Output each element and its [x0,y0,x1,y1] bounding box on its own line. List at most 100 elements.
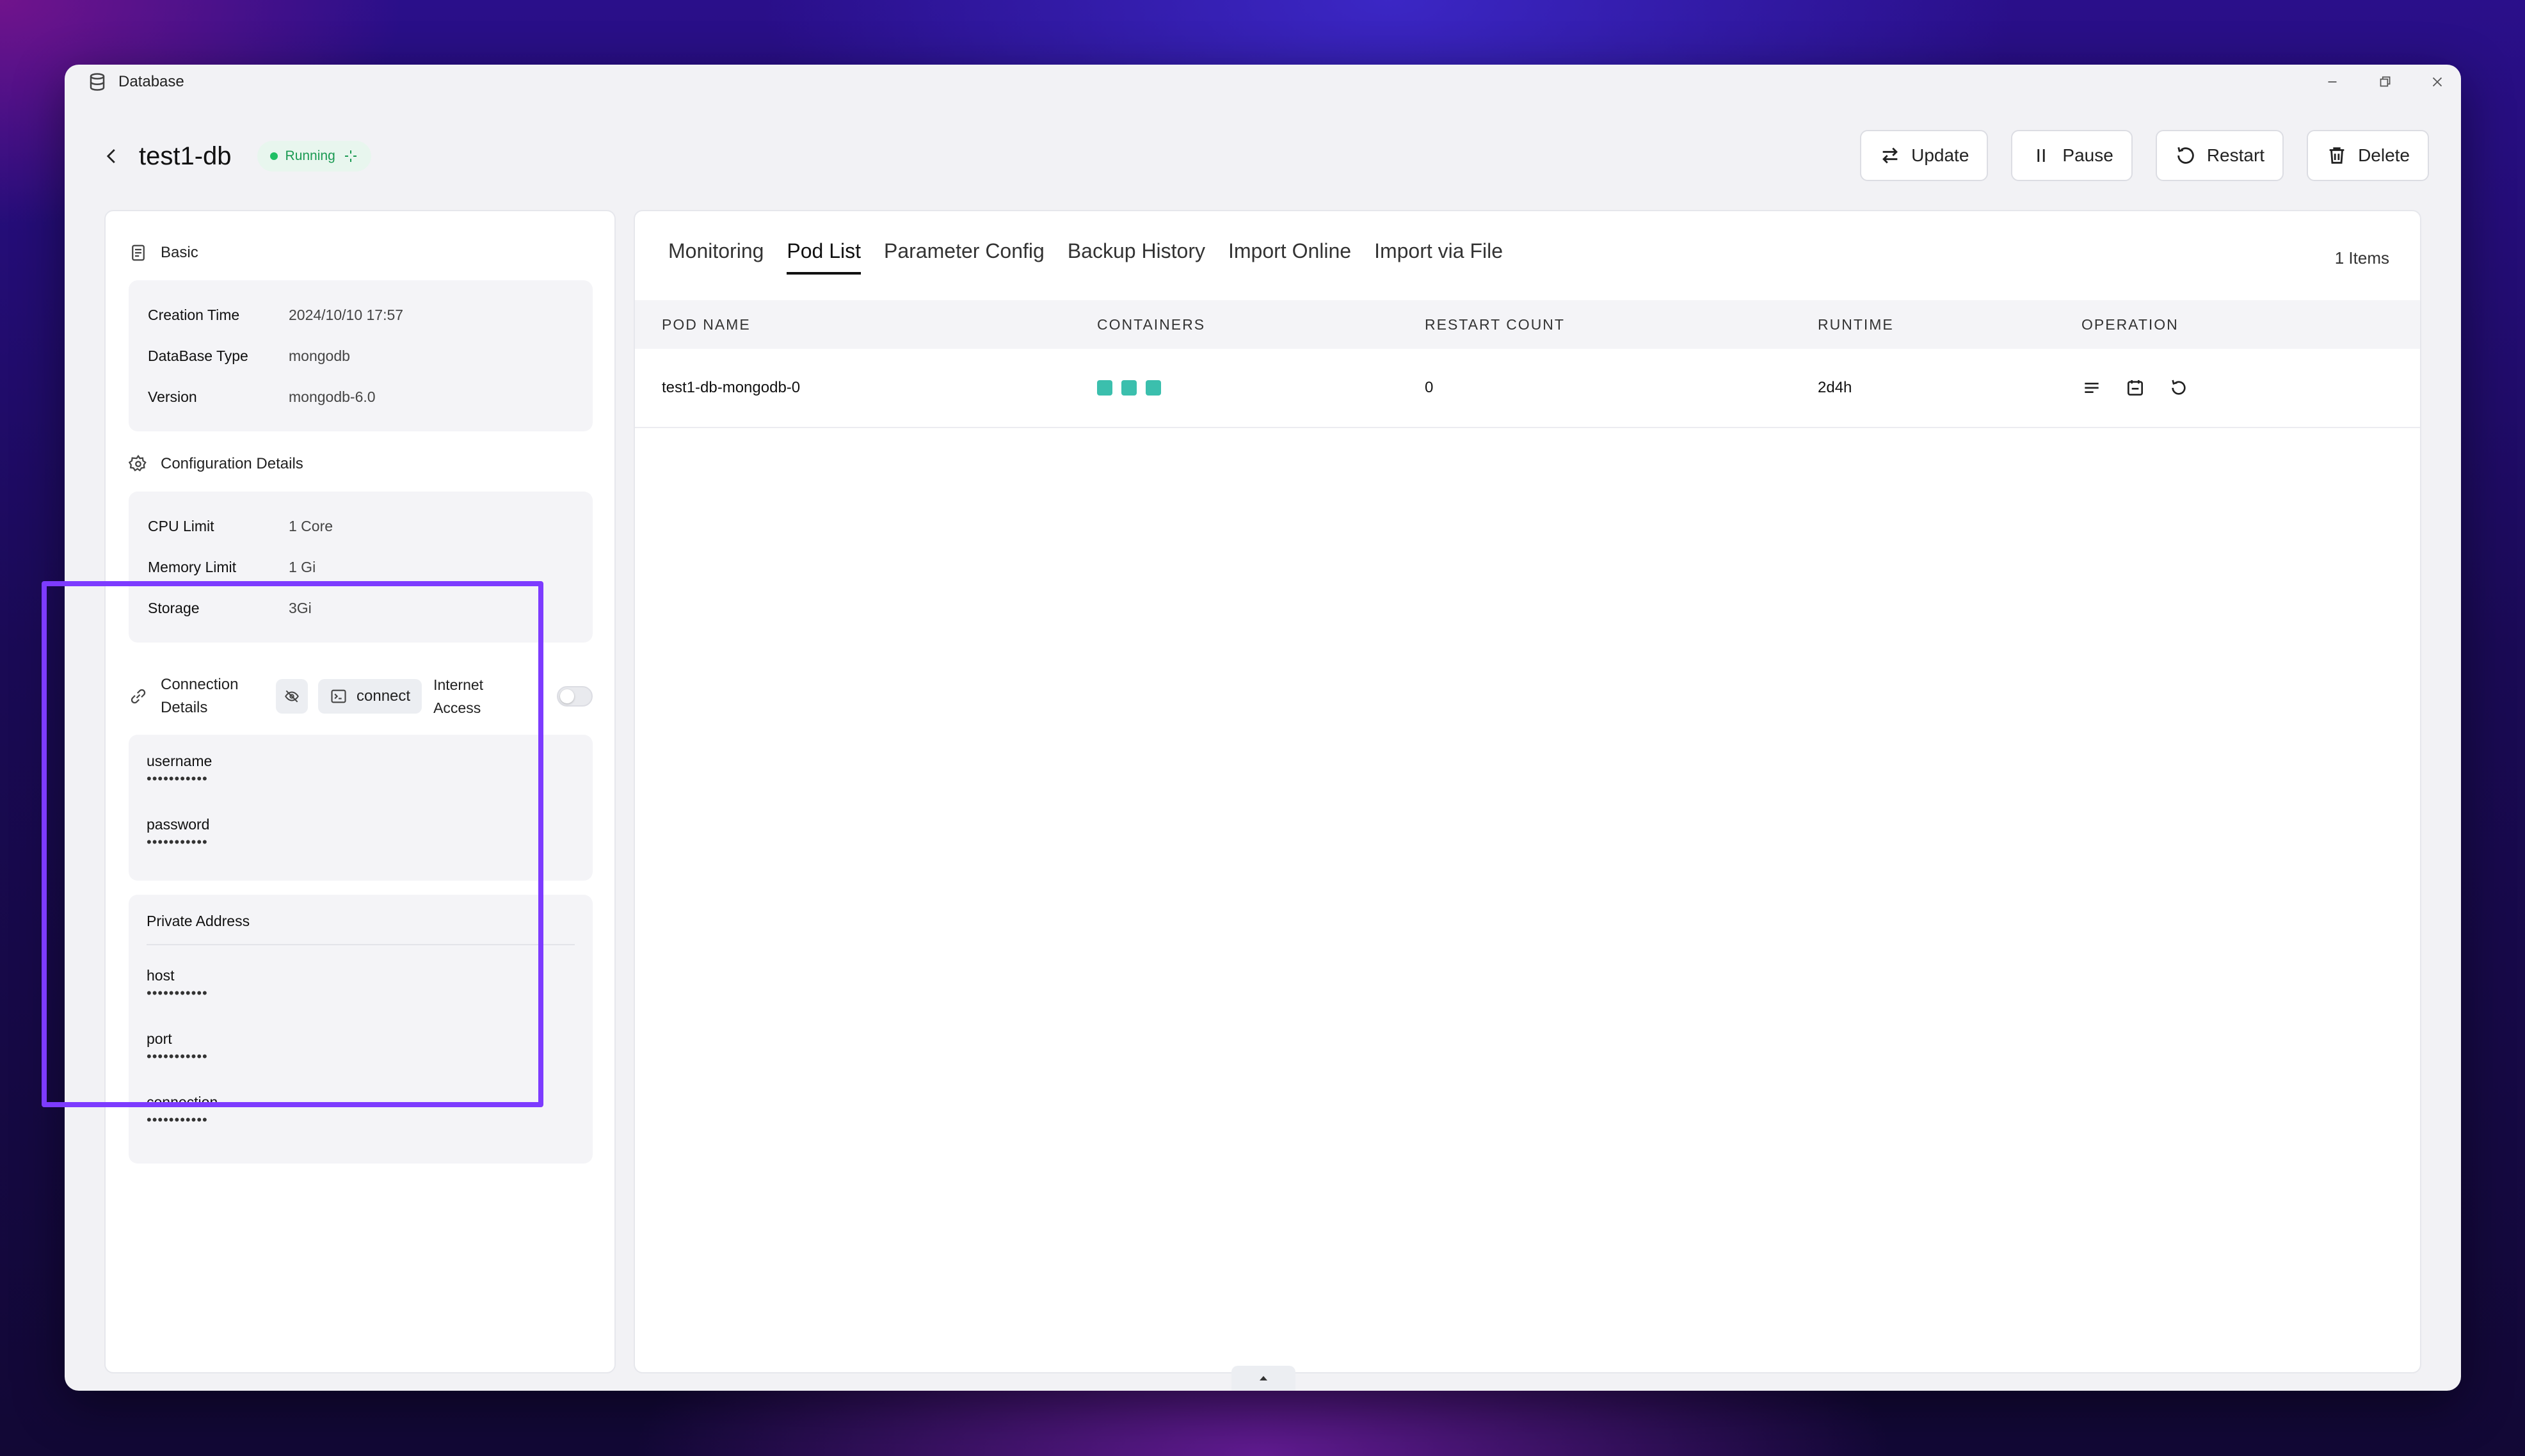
database-icon [90,73,105,91]
status-badge: Running [257,141,371,172]
pod-name[interactable]: test1-db-mongodb-0 [662,379,800,397]
info-row: CPU Limit 1 Core [148,506,573,547]
info-value: mongodb [289,347,350,364]
title-bar: Database [65,65,2461,99]
connect-label: connect [357,687,411,705]
tab-backup-history[interactable]: Backup History [1068,239,1205,275]
log-icon[interactable] [2081,378,2102,398]
restart-icon [2177,147,2194,164]
header-operation: OPERATION [2081,316,2179,333]
basic-section-head: Basic [129,243,198,262]
internet-access-toggle[interactable] [557,686,593,707]
info-label: CPU Limit [148,517,214,534]
update-label: Update [1911,145,1969,165]
credentials-box: username ••••••••••• password ••••••••••… [129,735,593,881]
delete-button[interactable]: Delete [2307,130,2429,181]
connection-section-head: Connection Details connect Internet Acce… [129,671,593,722]
header-restart-count: RESTART COUNT [1425,316,1565,333]
header-containers: CONTAINERS [1097,316,1206,333]
host-label: host [147,967,175,984]
port-value[interactable]: ••••••••••• [147,1050,575,1064]
back-icon [106,149,115,163]
connect-button[interactable]: connect [318,679,422,714]
restart-count: 0 [1425,379,1434,396]
chevron-up-icon [1260,1376,1267,1380]
info-label: Creation Time [148,306,240,323]
container-status [1097,380,1161,396]
tab-monitoring[interactable]: Monitoring [668,239,764,275]
expand-handle[interactable] [1231,1366,1295,1391]
tab-bar: Monitoring Pod List Parameter Config Bac… [668,239,1503,275]
container-indicator[interactable] [1146,380,1161,396]
terminal-icon [331,689,346,703]
basic-title: Basic [161,244,198,261]
update-button[interactable]: Update [1860,130,1989,181]
calendar-icon[interactable] [2125,378,2145,398]
connection-value[interactable]: ••••••••••• [147,1113,575,1127]
back-button[interactable] [99,143,125,169]
basic-info-box: Creation Time 2024/10/10 17:57 DataBase T… [129,280,593,431]
pause-label: Pause [2062,145,2113,165]
runtime: 2d4h [1818,379,1852,396]
info-label: Storage [148,599,200,616]
info-label: Memory Limit [148,558,237,575]
tab-parameter-config[interactable]: Parameter Config [884,239,1045,275]
refresh-icon[interactable] [2168,378,2189,398]
header-runtime: RUNTIME [1818,316,1894,333]
tab-import-via-file[interactable]: Import via File [1374,239,1503,275]
password-item: password ••••••••••• [147,816,575,849]
toggle-visibility-button[interactable] [276,679,308,714]
pause-icon [2037,149,2046,162]
items-count: 1 Items [2334,248,2389,268]
info-value: 1 Core [289,517,333,534]
link-icon [131,689,146,704]
minimize-icon[interactable] [2324,74,2341,90]
eye-off-icon [285,690,299,703]
port-label: port [147,1030,172,1047]
restore-icon[interactable] [2377,74,2393,90]
internet-access-label: Internet Access [433,676,484,716]
config-section-head: Configuration Details [129,454,303,474]
header-pod-name: POD NAME [662,316,751,333]
window-title: Database [118,73,184,90]
pod-list-panel: Monitoring Pod List Parameter Config Bac… [634,210,2421,1373]
info-row: Version mongodb-6.0 [148,376,573,417]
info-row: Memory Limit 1 Gi [148,547,573,588]
app-window: Database test1-db Running Update Pause R… [65,65,2461,1391]
container-indicator[interactable] [1097,380,1112,396]
swap-icon [1882,147,1898,164]
delete-label: Delete [2358,145,2410,165]
password-label: password [147,816,210,833]
info-row: Storage 3Gi [148,588,573,628]
tab-pod-list[interactable]: Pod List [787,239,862,275]
info-label: DataBase Type [148,347,248,364]
restart-button[interactable]: Restart [2155,130,2284,181]
info-value: mongodb-6.0 [289,388,376,405]
connection-item: connection ••••••••••• [147,1094,575,1127]
username-label: username [147,753,212,769]
info-row: DataBase Type mongodb [148,335,573,376]
private-address-box: Private Address host ••••••••••• port ••… [129,895,593,1164]
trash-icon [2329,147,2345,164]
password-value[interactable]: ••••••••••• [147,835,575,849]
document-icon [132,244,145,261]
sparkle-icon [344,150,357,162]
container-indicator[interactable] [1121,380,1137,396]
username-value[interactable]: ••••••••••• [147,772,575,786]
info-row: Creation Time 2024/10/10 17:57 [148,294,573,335]
gear-icon [129,454,147,472]
info-value: 1 Gi [289,558,316,575]
info-label: Version [148,388,197,405]
private-address-title: Private Address [147,913,575,945]
host-item: host ••••••••••• [147,967,575,1000]
host-value[interactable]: ••••••••••• [147,986,575,1000]
close-icon[interactable] [2429,74,2446,90]
tab-import-online[interactable]: Import Online [1228,239,1351,275]
restart-label: Restart [2206,145,2265,165]
pause-button[interactable]: Pause [2011,130,2133,181]
operation-icons [2081,378,2189,398]
info-value: 3Gi [289,599,312,616]
connection-title: Connection Details [161,676,239,716]
status-label: Running [285,148,335,163]
table-row[interactable]: test1-db-mongodb-0 0 2d4h [635,349,2420,428]
